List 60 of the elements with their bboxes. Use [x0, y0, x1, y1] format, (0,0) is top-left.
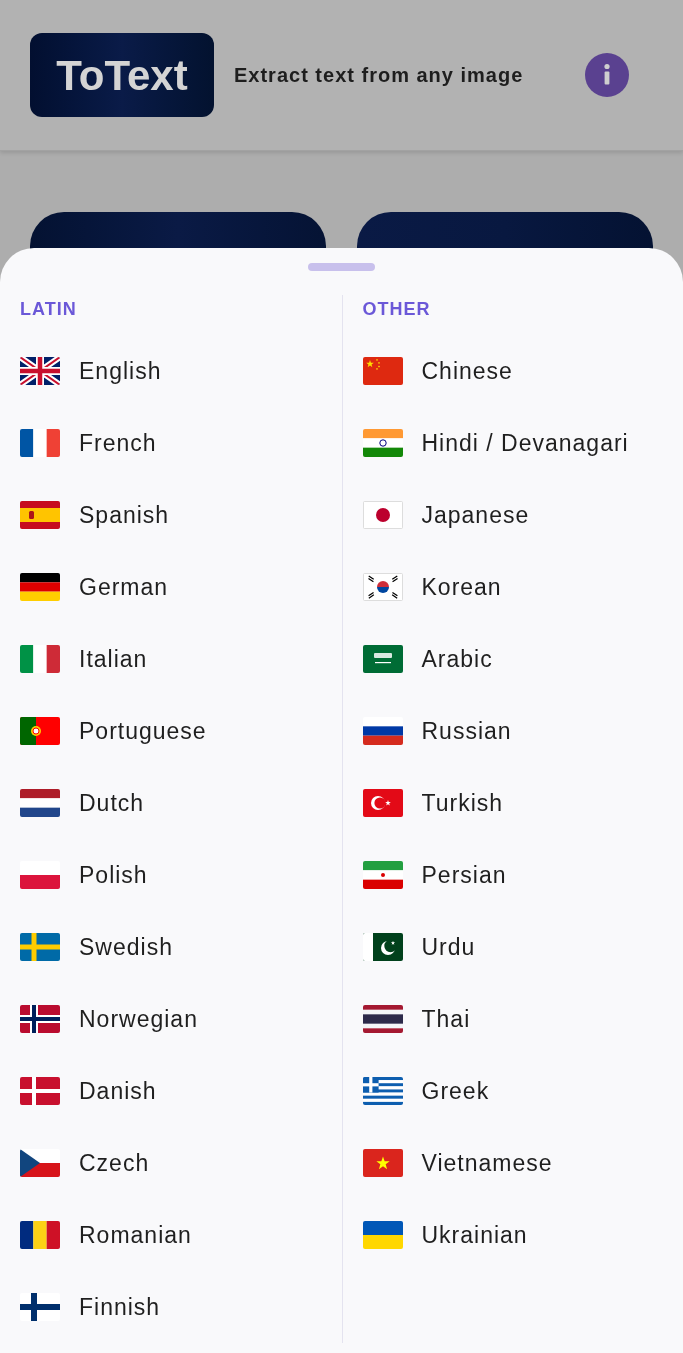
- language-option[interactable]: Dutch: [20, 767, 342, 839]
- drag-handle[interactable]: [308, 263, 375, 271]
- netherlands-flag-icon: [20, 789, 60, 817]
- poland-flag-icon: [20, 861, 60, 889]
- language-option[interactable]: Greek: [362, 1055, 683, 1127]
- china-flag-icon: [362, 357, 403, 385]
- vietnam-flag-icon: [362, 1149, 403, 1177]
- saudi-flag-icon: [362, 645, 403, 673]
- language-option[interactable]: Ukrainian: [362, 1199, 683, 1271]
- language-option[interactable]: German: [20, 551, 342, 623]
- romania-flag-icon: [20, 1221, 60, 1249]
- language-option[interactable]: Norwegian: [20, 983, 342, 1055]
- app-tagline: Extract text from any image: [234, 63, 524, 88]
- language-option[interactable]: Polish: [20, 839, 342, 911]
- language-option[interactable]: Persian: [362, 839, 683, 911]
- language-option[interactable]: Danish: [20, 1055, 342, 1127]
- language-option[interactable]: Arabic: [362, 623, 683, 695]
- language-option[interactable]: Korean: [362, 551, 683, 623]
- sweden-flag-icon: [20, 933, 60, 961]
- czech-flag-icon: [20, 1149, 60, 1177]
- portugal-flag-icon: [20, 717, 60, 745]
- india-flag-icon: [362, 429, 403, 457]
- denmark-flag-icon: [20, 1077, 60, 1105]
- greece-flag-icon: [362, 1077, 403, 1105]
- language-option[interactable]: Urdu: [362, 911, 683, 983]
- language-option[interactable]: Hindi / Devanagari: [362, 407, 683, 479]
- language-option[interactable]: Swedish: [20, 911, 342, 983]
- language-option[interactable]: Romanian: [20, 1199, 342, 1271]
- france-flag-icon: [20, 429, 60, 457]
- thailand-flag-icon: [362, 1005, 403, 1033]
- germany-flag-icon: [20, 573, 60, 601]
- language-option[interactable]: English: [20, 335, 342, 407]
- language-option[interactable]: Russian: [362, 695, 683, 767]
- language-option[interactable]: Czech: [20, 1127, 342, 1199]
- info-icon[interactable]: [585, 53, 629, 97]
- language-option[interactable]: Japanese: [362, 479, 683, 551]
- pakistan-flag-icon: [362, 933, 403, 961]
- language-option[interactable]: Thai: [362, 983, 683, 1055]
- norway-flag-icon: [20, 1005, 60, 1033]
- finland-flag-icon: [20, 1293, 60, 1321]
- iran-flag-icon: [362, 861, 403, 889]
- language-option[interactable]: Portuguese: [20, 695, 342, 767]
- language-option[interactable]: Vietnamese: [362, 1127, 683, 1199]
- korea-flag-icon: [362, 573, 403, 601]
- russia-flag-icon: [362, 717, 403, 745]
- italy-flag-icon: [20, 645, 60, 673]
- spain-flag-icon: [20, 501, 60, 529]
- japan-flag-icon: [362, 501, 403, 529]
- ukraine-flag-icon: [362, 1221, 403, 1249]
- uk-flag-icon: [20, 357, 60, 385]
- column-heading: LATIN: [20, 298, 78, 321]
- language-option[interactable]: Spanish: [20, 479, 342, 551]
- language-option[interactable]: French: [20, 407, 342, 479]
- language-option[interactable]: Chinese: [362, 335, 683, 407]
- app-logo: ToText: [30, 33, 214, 117]
- language-option[interactable]: Italian: [20, 623, 342, 695]
- language-option[interactable]: Turkish: [362, 767, 683, 839]
- turkey-flag-icon: [362, 789, 403, 817]
- language-option[interactable]: Finnish: [20, 1271, 342, 1343]
- column-heading: OTHER: [362, 298, 432, 321]
